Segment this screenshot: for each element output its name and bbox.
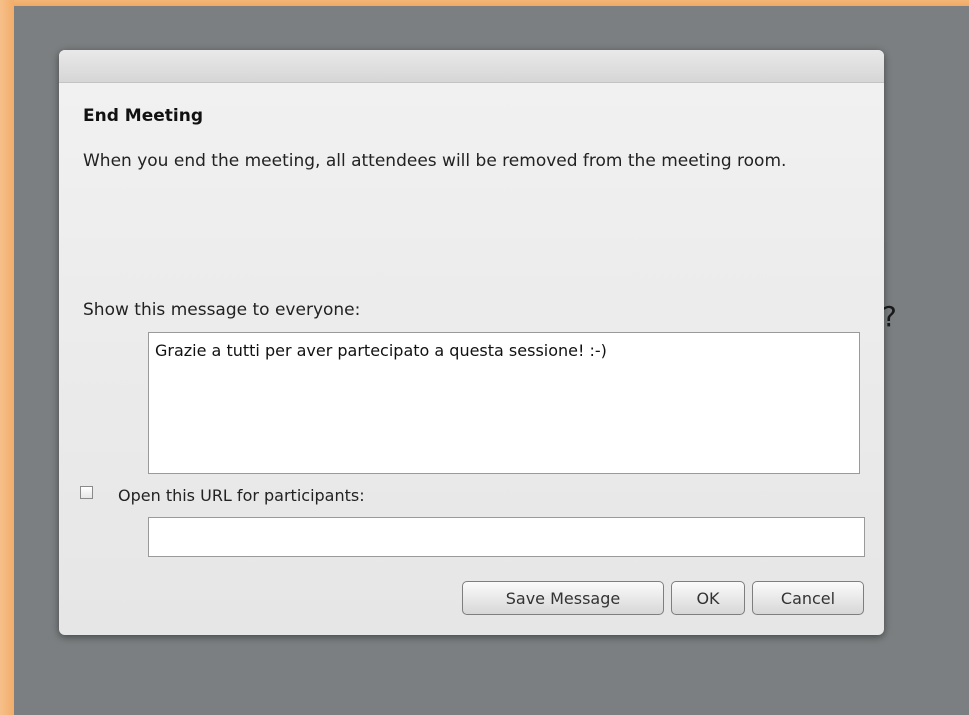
message-label: Show this message to everyone: — [83, 300, 361, 320]
open-url-checkbox[interactable] — [80, 486, 93, 499]
url-input[interactable] — [148, 517, 865, 557]
cancel-button[interactable]: Cancel — [752, 581, 864, 615]
dialog-description: When you end the meeting, all attendees … — [83, 151, 787, 171]
dialog-titlebar — [59, 50, 884, 83]
open-url-label: Open this URL for participants: — [118, 486, 365, 505]
ok-button[interactable]: OK — [671, 581, 745, 615]
frame-left-border — [0, 0, 14, 715]
app-frame: ? End Meeting When you end the meeting, … — [0, 0, 969, 715]
message-textarea[interactable]: Grazie a tutti per aver partecipato a qu… — [148, 332, 860, 474]
save-message-button[interactable]: Save Message — [462, 581, 664, 615]
background-text: ? — [882, 300, 897, 333]
end-meeting-dialog: End Meeting When you end the meeting, al… — [59, 50, 884, 635]
dialog-title: End Meeting — [83, 106, 204, 126]
